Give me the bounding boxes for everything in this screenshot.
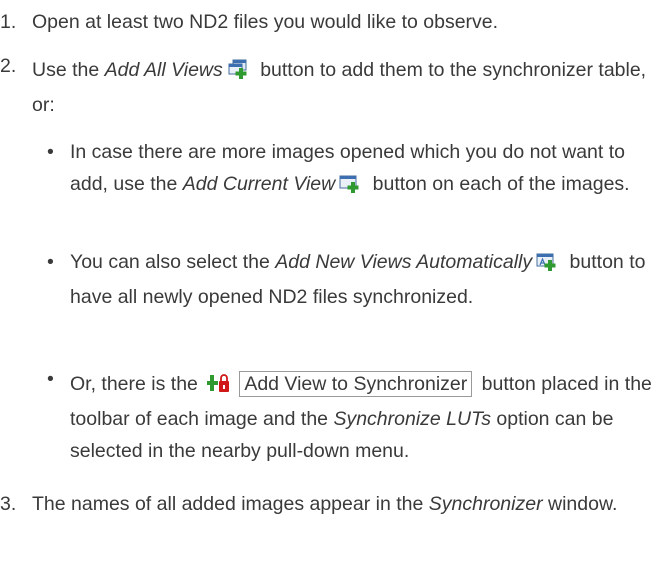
add-all-views-icon [227, 57, 249, 89]
step-text: The names of all added images appear in … [32, 493, 618, 515]
instruction-document: 1. Open at least two ND2 files you would… [0, 0, 669, 568]
step-number: 1. [0, 11, 17, 33]
add-new-views-automatically-icon [536, 249, 558, 281]
add-current-view-icon [339, 171, 361, 203]
add-view-to-synchronizer-icon [206, 371, 231, 403]
step-text: Use the Add All Views button to add them… [32, 57, 647, 116]
step-text: Open at least two ND2 files you would li… [32, 11, 499, 33]
add-view-to-synchronizer-button: Add View to Synchronizer [239, 371, 473, 397]
step-number: 3. [0, 493, 17, 515]
step-number: 2. [0, 55, 17, 77]
bullet-text: • Or, there is the Add View to Synchroniz… [47, 368, 652, 462]
bullet-text: • You can also select the Add New Views A… [47, 249, 646, 308]
bullet-text: • In case there are more images opened wh… [47, 136, 664, 203]
